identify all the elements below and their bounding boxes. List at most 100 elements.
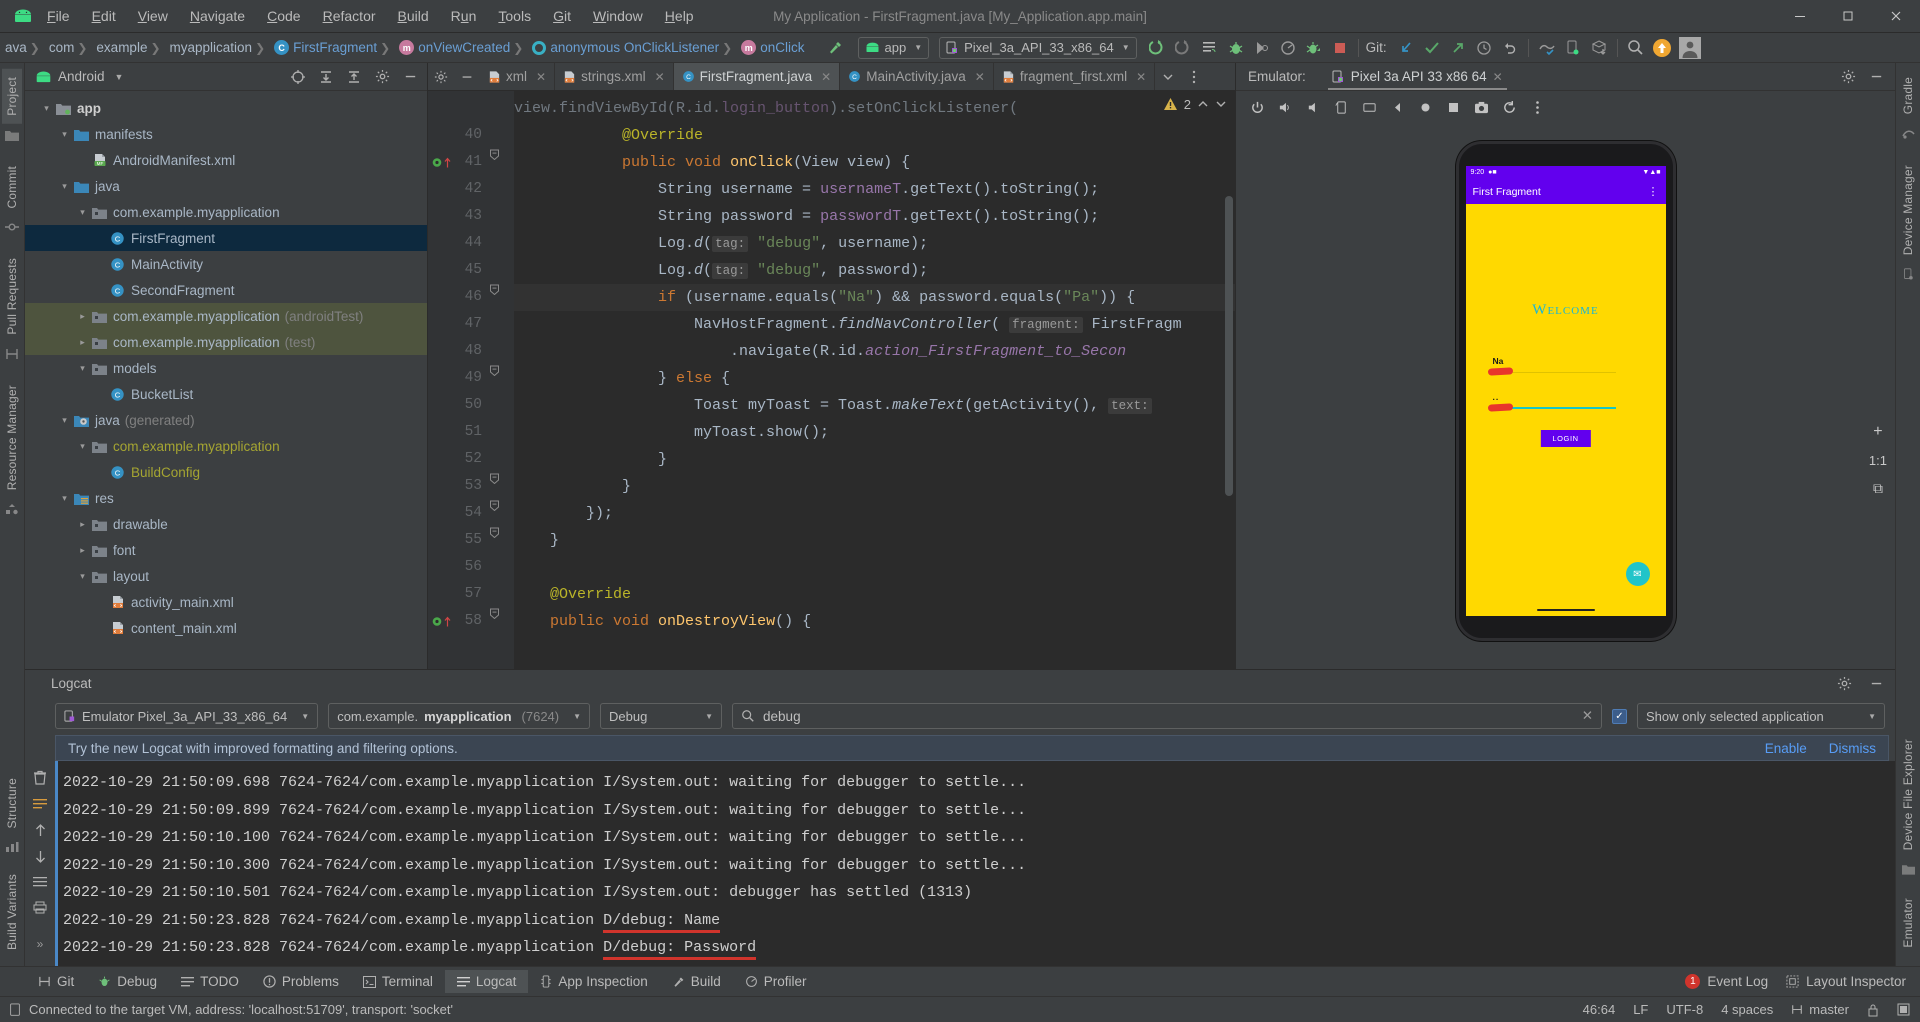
tree-expand-arrow[interactable]: ▾: [75, 441, 90, 452]
override-marker-icon[interactable]: [432, 616, 451, 627]
fold-marker[interactable]: [490, 446, 514, 473]
line-number[interactable]: 48: [428, 338, 490, 365]
tree-expand-arrow[interactable]: ▸: [75, 519, 90, 530]
avatar[interactable]: [1675, 36, 1705, 60]
tool-window-button[interactable]: Layout Inspector: [1786, 974, 1906, 989]
menu-build[interactable]: Build: [387, 5, 440, 27]
rail-tab-resource-manager[interactable]: Resource Manager: [2, 377, 22, 498]
file-encoding[interactable]: UTF-8: [1666, 1002, 1703, 1017]
fold-marker[interactable]: [490, 122, 514, 149]
logcat-banner-dismiss[interactable]: Dismiss: [1829, 741, 1876, 756]
zoom-fit-button[interactable]: ⧉: [1873, 480, 1883, 497]
logcat-device-filter[interactable]: Emulator Pixel_3a_API_33_x86_64 ▼: [55, 703, 319, 729]
pull-request-icon[interactable]: [5, 348, 19, 360]
line-separator[interactable]: LF: [1633, 1002, 1648, 1017]
logcat-banner-enable[interactable]: Enable: [1765, 741, 1807, 756]
tree-row[interactable]: C MainActivity: [25, 251, 427, 277]
expand-all-icon[interactable]: [313, 65, 339, 89]
clear-search-icon[interactable]: ✕: [1582, 708, 1593, 724]
editor-tab[interactable]: C FirstFragment.java ✕: [673, 63, 841, 90]
settings-gear-icon[interactable]: [1835, 65, 1861, 89]
code-line[interactable]: if (username.equals("Na") && password.eq…: [514, 284, 1235, 311]
fold-marker[interactable]: [490, 365, 514, 392]
line-number[interactable]: 40: [428, 122, 490, 149]
line-number[interactable]: 56: [428, 554, 490, 581]
profiler-icon[interactable]: [1275, 36, 1301, 60]
tree-expand-arrow[interactable]: ▾: [75, 207, 90, 218]
editor-more-icon[interactable]: [1181, 63, 1207, 90]
breadcrumb-example[interactable]: example ❯: [93, 40, 166, 55]
tree-row[interactable]: ▾ res: [25, 485, 427, 511]
code-line[interactable]: public void onClick(View view) {: [514, 149, 1235, 176]
tree-row[interactable]: content_main.xml: [25, 615, 427, 641]
editor-fold-column[interactable]: [490, 91, 514, 669]
code-line[interactable]: [514, 554, 1235, 581]
rail-tab-pull-requests[interactable]: Pull Requests: [2, 250, 22, 343]
line-number[interactable]: 53: [428, 473, 490, 500]
caret-position[interactable]: 46:64: [1583, 1002, 1616, 1017]
code-line[interactable]: myToast.show();: [514, 419, 1235, 446]
maximize-button[interactable]: [1824, 0, 1872, 32]
debug-run-icon[interactable]: [1301, 36, 1327, 60]
menu-navigate[interactable]: Navigate: [179, 5, 256, 27]
tree-expand-arrow[interactable]: ▾: [75, 571, 90, 582]
device-file-explorer-icon[interactable]: [1901, 863, 1915, 875]
soft-wrap-icon[interactable]: [33, 876, 47, 888]
search-icon[interactable]: [1623, 36, 1649, 60]
tree-expand-arrow[interactable]: ▸: [75, 311, 90, 322]
code-line[interactable]: String username = usernameT.getText().to…: [514, 176, 1235, 203]
fold-marker[interactable]: [490, 608, 514, 635]
tree-row[interactable]: C BuildConfig: [25, 459, 427, 485]
settings-gear-icon[interactable]: [1831, 672, 1857, 696]
menu-tools[interactable]: Tools: [487, 5, 542, 27]
gradle-icon[interactable]: [1901, 127, 1915, 140]
run-icon[interactable]: [1145, 36, 1171, 60]
override-marker-icon[interactable]: [432, 157, 451, 168]
tree-row[interactable]: ▸ com.example.myapplication (test): [25, 329, 427, 355]
tree-row[interactable]: ▾ layout: [25, 563, 427, 589]
tree-row[interactable]: C FirstFragment: [25, 225, 427, 251]
fold-marker[interactable]: [490, 149, 514, 176]
tree-row[interactable]: ▾ com.example.myapplication: [25, 433, 427, 459]
tree-row[interactable]: ▸ com.example.myapplication (androidTest): [25, 303, 427, 329]
rail-tab-build-variants[interactable]: Build Variants: [2, 866, 22, 958]
code-line[interactable]: Toast myToast = Toast.makeText(getActivi…: [514, 392, 1235, 419]
tree-row[interactable]: activity_main.xml: [25, 589, 427, 615]
expand-rail-icon[interactable]: »: [37, 937, 44, 951]
fold-marker[interactable]: [490, 473, 514, 500]
editor-tab-list-icon[interactable]: [1155, 63, 1181, 90]
stop-icon[interactable]: [1327, 36, 1353, 60]
tree-expand-arrow[interactable]: ▾: [57, 181, 72, 192]
logcat-entry[interactable]: 2022-10-29 21:50:09.899 7624-7624/com.ex…: [63, 797, 1895, 825]
tool-window-button[interactable]: Debug: [86, 970, 169, 993]
menu-window[interactable]: Window: [582, 5, 654, 27]
fold-marker[interactable]: [490, 311, 514, 338]
editor-settings-icon[interactable]: [428, 63, 454, 90]
code-line[interactable]: view.findViewById(R.id.login_button).set…: [514, 95, 1235, 122]
update-available-icon[interactable]: [1649, 36, 1675, 60]
line-number[interactable]: 45: [428, 257, 490, 284]
line-number[interactable]: [428, 95, 490, 122]
code-line[interactable]: Log.d(tag: "debug", password);: [514, 257, 1235, 284]
logcat-entry[interactable]: 2022-10-29 21:50:10.100 7624-7624/com.ex…: [63, 824, 1895, 852]
menu-edit[interactable]: Edit: [81, 5, 127, 27]
select-opened-file-icon[interactable]: [285, 65, 311, 89]
fold-marker[interactable]: [490, 527, 514, 554]
menu-file[interactable]: FFileile: [36, 5, 81, 27]
breadcrumb-onclick[interactable]: m onClick: [738, 40, 807, 55]
close-icon[interactable]: ✕: [655, 70, 665, 84]
device-manager-icon[interactable]: [1902, 268, 1915, 281]
fold-marker[interactable]: [490, 554, 514, 581]
scroll-down-icon[interactable]: [34, 850, 47, 863]
tool-window-button[interactable]: TODO: [169, 970, 251, 993]
tree-row[interactable]: ▾ manifests: [25, 121, 427, 147]
line-number[interactable]: 47: [428, 311, 490, 338]
fold-marker[interactable]: [490, 284, 514, 311]
logcat-regex-checkbox[interactable]: ✓: [1612, 708, 1627, 724]
tool-window-button[interactable]: Git: [26, 970, 86, 993]
line-number[interactable]: 43: [428, 203, 490, 230]
tree-row[interactable]: ▾ models: [25, 355, 427, 381]
breadcrumb-myapplication[interactable]: myapplication ❯: [167, 40, 272, 55]
editor-vertical-scrollbar[interactable]: [1223, 91, 1235, 669]
fold-marker[interactable]: [490, 230, 514, 257]
